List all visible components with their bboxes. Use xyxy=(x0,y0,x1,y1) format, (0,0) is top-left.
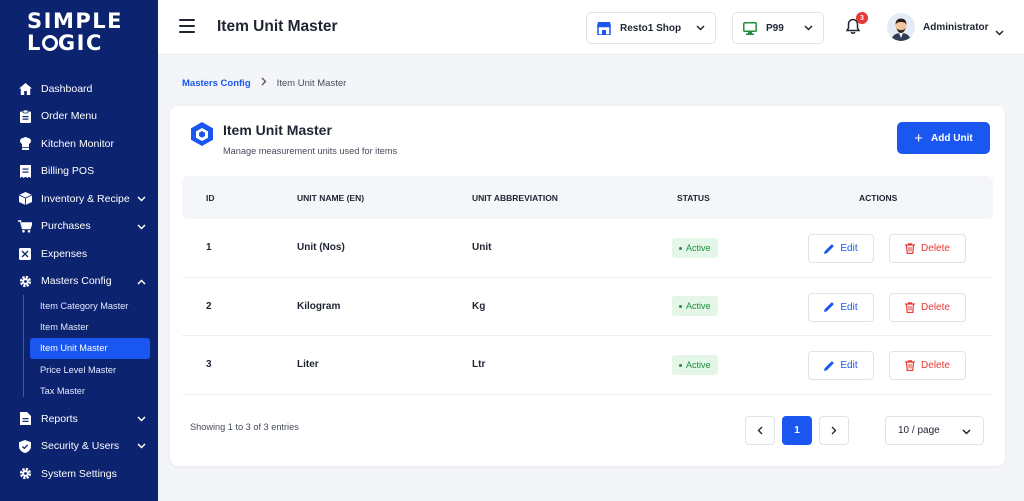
sidebar: SIMPLE L GIC Dashboard Order Menu Kitchen… xyxy=(0,0,158,501)
clipboard-icon xyxy=(18,109,32,123)
page-size-select[interactable]: 10 / page xyxy=(885,416,984,445)
status-badge: Active xyxy=(672,354,718,375)
cube-icon xyxy=(189,121,215,147)
chevron-up-icon[interactable] xyxy=(137,276,146,288)
chef-icon xyxy=(18,137,32,151)
report-icon xyxy=(18,412,32,426)
hamburger-menu-icon[interactable] xyxy=(179,19,195,33)
user-name[interactable]: Administrator xyxy=(923,22,989,33)
cart-icon xyxy=(18,219,32,233)
edit-button[interactable]: Edit xyxy=(808,234,874,263)
chevron-down-icon[interactable] xyxy=(995,23,1004,41)
edit-button[interactable]: Edit xyxy=(808,292,874,322)
gear-icon xyxy=(18,274,32,288)
entries-summary: Showing 1 to 3 of 3 entries xyxy=(190,422,299,432)
units-table: ID UNIT NAME (EN) UNIT ABBREVIATION STAT… xyxy=(182,176,993,395)
delete-button[interactable]: Delete xyxy=(889,234,966,263)
chevron-left-icon xyxy=(757,426,763,435)
unit-master-card: Item Unit Master Manage measurement unit… xyxy=(170,106,1005,466)
store-icon xyxy=(597,21,611,35)
top-bar: Item Unit Master Resto1 Shop P99 3 Admin… xyxy=(158,0,1024,55)
monitor-icon xyxy=(743,21,757,35)
sidebar-item-security-users[interactable]: Security & Users xyxy=(0,432,158,460)
sidebar-item-order-menu[interactable]: Order Menu xyxy=(0,103,158,131)
sidebar-item-dashboard[interactable]: Dashboard xyxy=(0,75,158,103)
pos-terminal-selector[interactable]: P99 xyxy=(732,12,824,44)
expense-icon xyxy=(18,247,32,261)
cell-unit-abbreviation: Unit xyxy=(472,242,492,254)
cell-id: 2 xyxy=(206,300,212,312)
trash-icon xyxy=(905,360,921,371)
chevron-down-icon[interactable] xyxy=(137,221,146,233)
sidebar-item-expenses[interactable]: Expenses xyxy=(0,240,158,268)
chevron-down-icon[interactable] xyxy=(137,193,146,205)
header-status: STATUS xyxy=(677,192,710,203)
chevron-right-icon xyxy=(261,77,267,89)
chevron-down-icon xyxy=(804,23,813,34)
sidebar-item-purchases[interactable]: Purchases xyxy=(0,213,158,241)
chevron-down-icon[interactable] xyxy=(137,440,146,452)
table-header: ID UNIT NAME (EN) UNIT ABBREVIATION STAT… xyxy=(182,176,993,219)
header-id: ID xyxy=(206,192,215,203)
box-icon xyxy=(18,192,32,206)
receipt-icon xyxy=(18,164,32,178)
plus-icon: + xyxy=(914,129,924,147)
sidebar-item-item-unit-master[interactable]: Item Unit Master xyxy=(30,337,150,360)
edit-button[interactable]: Edit xyxy=(808,351,874,380)
sidebar-item-system-settings[interactable]: System Settings xyxy=(0,460,158,488)
sidebar-nav: Dashboard Order Menu Kitchen Monitor Bil… xyxy=(0,75,158,487)
add-unit-button[interactable]: + Add Unit xyxy=(897,122,990,154)
page-button-current[interactable]: 1 xyxy=(782,416,812,445)
next-page-button[interactable] xyxy=(819,416,849,445)
chevron-down-icon xyxy=(962,427,971,438)
status-badge: Active xyxy=(672,296,718,317)
page-title: Item Unit Master xyxy=(217,18,338,35)
table-row: 1 Unit (Nos) Unit Active Edit Delete xyxy=(182,219,993,278)
masters-config-submenu: Item Category Master Item Master Item Un… xyxy=(0,295,158,402)
delete-button[interactable]: Delete xyxy=(889,351,966,380)
pencil-icon xyxy=(824,360,840,371)
table-row: 2 Kilogram Kg Active Edit Delete xyxy=(182,278,993,336)
shield-icon xyxy=(18,439,32,453)
cell-unit-abbreviation: Ltr xyxy=(472,359,486,371)
sidebar-item-billing-pos[interactable]: Billing POS xyxy=(0,158,158,186)
sidebar-item-inventory[interactable]: Inventory & Recipe xyxy=(0,185,158,213)
trash-icon xyxy=(905,243,921,254)
breadcrumb-masters-config[interactable]: Masters Config xyxy=(182,78,251,89)
settings-icon xyxy=(18,467,32,481)
sidebar-item-reports[interactable]: Reports xyxy=(0,405,158,433)
cell-unit-name: Unit (Nos) xyxy=(297,242,345,254)
prev-page-button[interactable] xyxy=(745,416,775,445)
cell-unit-name: Kilogram xyxy=(297,300,341,312)
card-title: Item Unit Master xyxy=(223,122,332,138)
cell-unit-name: Liter xyxy=(297,359,319,371)
trash-icon xyxy=(905,301,921,313)
breadcrumb: Masters Config Item Unit Master xyxy=(182,77,346,89)
brand-logo: SIMPLE L GIC xyxy=(27,9,123,55)
avatar[interactable] xyxy=(887,13,915,41)
header-unit-abbreviation: UNIT ABBREVIATION xyxy=(472,192,558,203)
chevron-down-icon xyxy=(696,23,705,34)
cell-id: 3 xyxy=(206,359,212,371)
pencil-icon xyxy=(824,302,840,312)
header-unit-name: UNIT NAME (EN) xyxy=(297,192,365,203)
shop-selector[interactable]: Resto1 Shop xyxy=(586,12,716,44)
cell-id: 1 xyxy=(206,242,212,254)
card-subtitle: Manage measurement units used for items xyxy=(223,146,398,156)
header-actions: ACTIONS xyxy=(859,192,898,203)
breadcrumb-current: Item Unit Master xyxy=(276,77,347,89)
chevron-right-icon xyxy=(831,426,837,435)
home-icon xyxy=(18,82,32,96)
chevron-down-icon[interactable] xyxy=(137,413,146,425)
delete-button[interactable]: Delete xyxy=(889,292,966,322)
sidebar-item-masters-config[interactable]: Masters Config xyxy=(0,268,158,296)
pencil-icon xyxy=(824,243,840,254)
status-badge: Active xyxy=(672,237,718,258)
cell-unit-abbreviation: Kg xyxy=(472,300,486,312)
sidebar-item-kitchen-monitor[interactable]: Kitchen Monitor xyxy=(0,130,158,158)
table-row: 3 Liter Ltr Active Edit Delete xyxy=(182,336,993,395)
notification-badge: 3 xyxy=(856,12,868,24)
